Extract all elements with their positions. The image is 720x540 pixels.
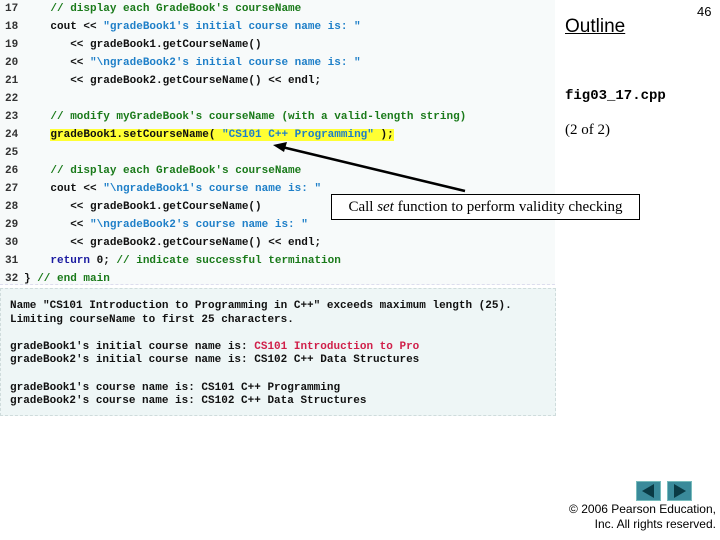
callout-pre: Call [348,199,378,215]
copyright-line1: © 2006 Pearson Education, [569,502,716,516]
right-arrow-icon [674,484,686,498]
filename: fig03_17.cpp [565,88,666,104]
next-slide-button[interactable] [667,481,692,501]
prev-slide-button[interactable] [636,481,661,501]
left-arrow-icon [642,484,654,498]
copyright-line2: Inc. All rights reserved. [594,517,716,531]
page-of: (2 of 2) [565,122,610,138]
copyright: © 2006 Pearson Education, Inc. All rights… [560,502,716,532]
page-number: 46 [697,4,712,19]
callout-em: set [377,199,394,215]
callout-post: function to perform validity checking [393,199,623,215]
outline-link[interactable]: Outline [565,16,625,38]
callout-arrow [273,142,466,193]
callout-box: Call set function to perform validity ch… [331,194,640,220]
